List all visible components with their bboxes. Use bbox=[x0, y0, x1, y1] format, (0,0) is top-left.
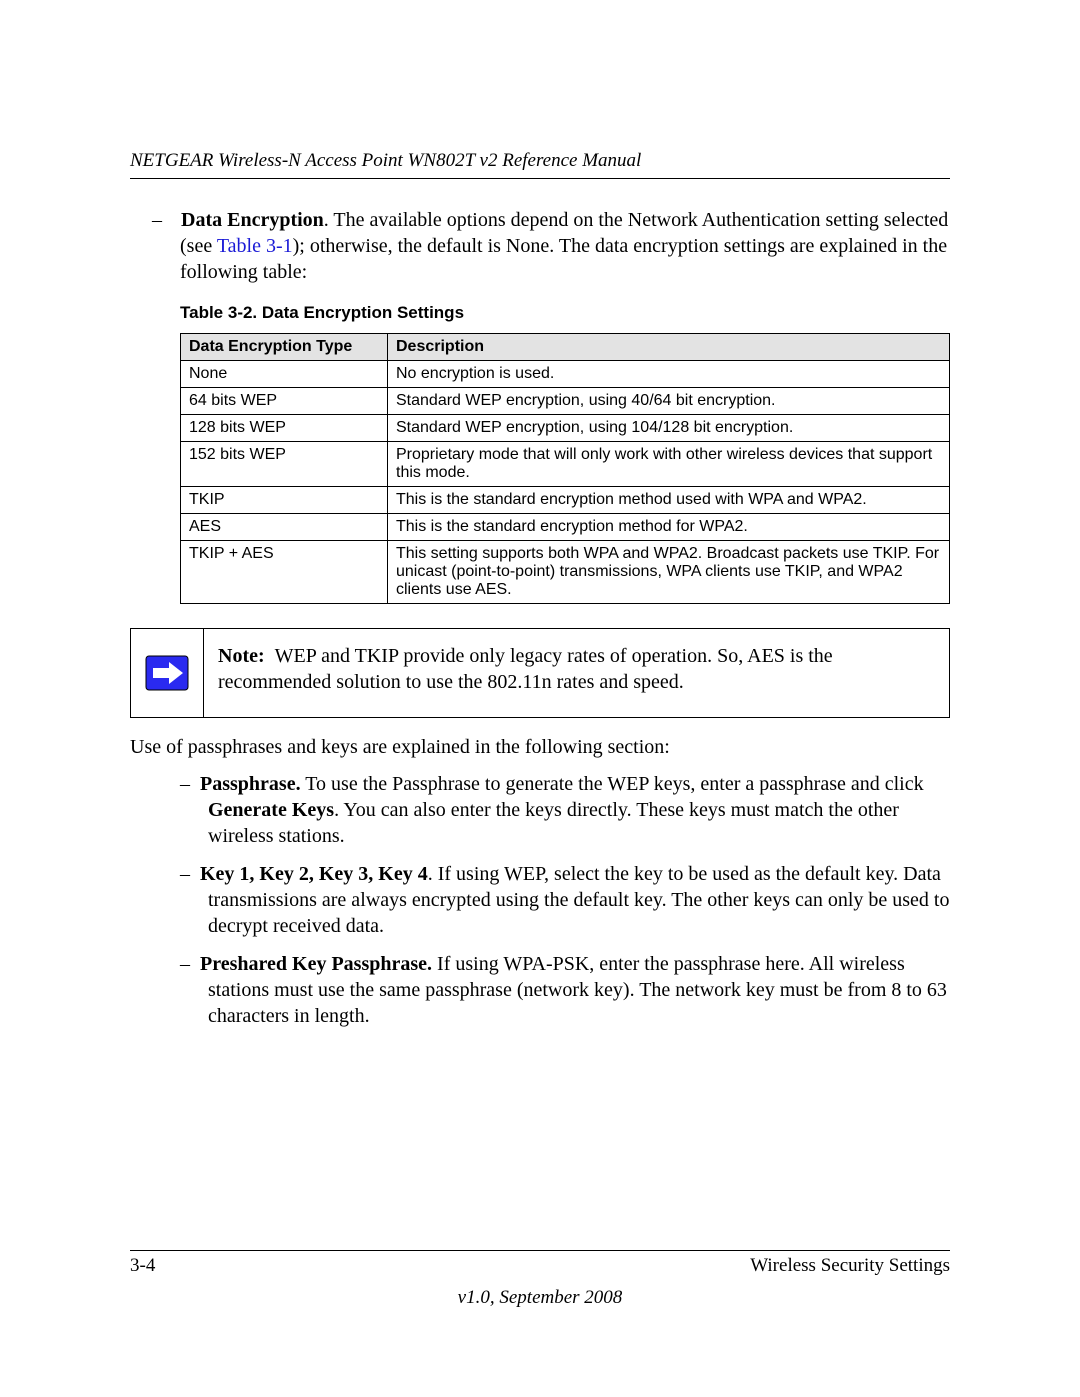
footer-section-title: Wireless Security Settings bbox=[750, 1255, 950, 1277]
table-row: TKIP + AES This setting supports both WP… bbox=[181, 541, 950, 604]
bullet-keys: – Key 1, Key 2, Key 3, Key 4. If using W… bbox=[208, 861, 950, 939]
cell-desc: Proprietary mode that will only work wit… bbox=[388, 442, 950, 487]
intro-label: Data Encryption bbox=[181, 209, 324, 231]
cell-type: None bbox=[181, 361, 388, 388]
note-text: Note: WEP and TKIP provide only legacy r… bbox=[204, 629, 949, 717]
note-box: Note: WEP and TKIP provide only legacy r… bbox=[130, 628, 950, 718]
table-row: 152 bits WEP Proprietary mode that will … bbox=[181, 442, 950, 487]
bullet-label: Key 1, Key 2, Key 3, Key 4 bbox=[200, 863, 428, 885]
cell-desc: This is the standard encryption method u… bbox=[388, 487, 950, 514]
table-row: 128 bits WEP Standard WEP encryption, us… bbox=[181, 415, 950, 442]
table-row: TKIP This is the standard encryption met… bbox=[181, 487, 950, 514]
note-icon-cell bbox=[131, 629, 204, 717]
lead-paragraph: Use of passphrases and keys are explaine… bbox=[130, 736, 950, 759]
table-header-desc: Description bbox=[388, 334, 950, 361]
header-rule bbox=[130, 178, 950, 179]
footer-version: v1.0, September 2008 bbox=[130, 1287, 950, 1309]
cell-type: TKIP bbox=[181, 487, 388, 514]
table-row: AES This is the standard encryption meth… bbox=[181, 514, 950, 541]
cell-desc: Standard WEP encryption, using 104/128 b… bbox=[388, 415, 950, 442]
bullet-label: Preshared Key Passphrase. bbox=[200, 953, 432, 975]
bullet-passphrase: – Passphrase. To use the Passphrase to g… bbox=[208, 771, 950, 849]
cell-desc: No encryption is used. bbox=[388, 361, 950, 388]
table-caption: Table 3-2. Data Encryption Settings bbox=[180, 303, 950, 323]
intro-text-2: ); otherwise, the default is None. The d… bbox=[180, 235, 947, 283]
bullet-label: Passphrase. bbox=[200, 773, 301, 795]
cell-desc: Standard WEP encryption, using 40/64 bit… bbox=[388, 388, 950, 415]
cell-type: 64 bits WEP bbox=[181, 388, 388, 415]
running-header: NETGEAR Wireless-N Access Point WN802T v… bbox=[130, 150, 950, 172]
cell-type: 128 bits WEP bbox=[181, 415, 388, 442]
cell-type: TKIP + AES bbox=[181, 541, 388, 604]
encryption-table: Data Encryption Type Description None No… bbox=[180, 333, 950, 604]
table-3-1-link[interactable]: Table 3-1 bbox=[217, 235, 293, 257]
table-row: None No encryption is used. bbox=[181, 361, 950, 388]
bullet-text-1: To use the Passphrase to generate the WE… bbox=[301, 773, 924, 795]
note-body: WEP and TKIP provide only legacy rates o… bbox=[218, 645, 833, 693]
cell-type: 152 bits WEP bbox=[181, 442, 388, 487]
arrow-right-icon bbox=[145, 655, 189, 691]
bullet-bold-inline: Generate Keys bbox=[208, 799, 334, 821]
table-header-type: Data Encryption Type bbox=[181, 334, 388, 361]
table-row: 64 bits WEP Standard WEP encryption, usi… bbox=[181, 388, 950, 415]
bullet-preshared: – Preshared Key Passphrase. If using WPA… bbox=[208, 951, 950, 1029]
cell-desc: This is the standard encryption method f… bbox=[388, 514, 950, 541]
cell-desc: This setting supports both WPA and WPA2.… bbox=[388, 541, 950, 604]
intro-paragraph: – Data Encryption. The available options… bbox=[180, 207, 950, 285]
cell-type: AES bbox=[181, 514, 388, 541]
note-label: Note: bbox=[218, 645, 265, 667]
page-footer: 3-4 Wireless Security Settings v1.0, Sep… bbox=[130, 1250, 950, 1309]
footer-page-number: 3-4 bbox=[130, 1255, 155, 1277]
